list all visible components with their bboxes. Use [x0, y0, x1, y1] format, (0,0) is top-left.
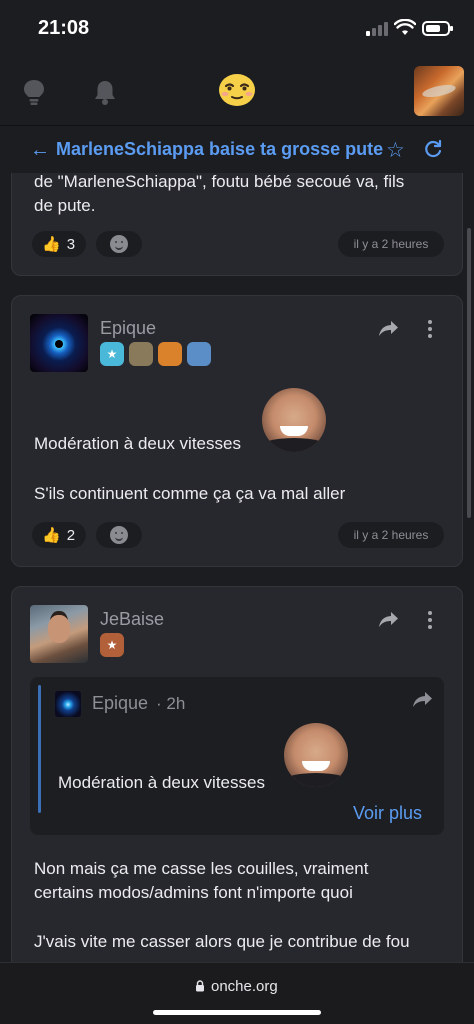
post-card: de "MarleneSchiappa", foutu bébé secoué … — [11, 173, 463, 276]
thumbs-up-icon: 👍 — [42, 527, 61, 544]
post-username[interactable]: Epique — [100, 318, 156, 339]
quote-bar — [38, 685, 41, 813]
bronze-star-badge[interactable]: ★ — [100, 633, 124, 657]
post-card: JeBaise ★ Epique · 2h Modération à deux … — [11, 586, 463, 962]
sticker-image — [262, 388, 326, 452]
like-button[interactable]: 👍 2 — [32, 522, 86, 548]
quote-time: · 2h — [156, 694, 186, 713]
more-options-icon[interactable] — [428, 320, 432, 341]
status-bar: 21:08 — [0, 0, 474, 58]
quoted-post[interactable]: Epique · 2h Modération à deux vitesses V… — [30, 677, 444, 835]
quote-avatar — [55, 691, 81, 717]
post-text-line: certains modos/admins font n'importe quo… — [34, 883, 353, 902]
share-icon[interactable] — [378, 609, 400, 629]
chicken-badge[interactable] — [158, 342, 182, 366]
browser-url-bar[interactable]: onche.org — [0, 962, 474, 1024]
add-reaction-button[interactable] — [96, 231, 142, 257]
voir-plus-link[interactable]: Voir plus — [353, 803, 422, 824]
smiley-icon — [110, 235, 128, 253]
url-text[interactable]: onche.org — [211, 978, 278, 995]
back-arrow-icon[interactable]: ← — [30, 139, 50, 162]
like-count: 3 — [66, 235, 76, 253]
like-button[interactable]: 👍 3 — [32, 231, 86, 257]
badge-list: ★ — [100, 342, 211, 366]
avatar[interactable] — [30, 605, 88, 663]
quote-username[interactable]: Epique — [92, 693, 148, 714]
lock-icon — [196, 980, 204, 992]
post-text-line: Modération à deux vitesses — [34, 434, 241, 453]
post-text-line: de pute. — [34, 196, 96, 215]
share-icon[interactable] — [378, 318, 400, 338]
more-options-icon[interactable] — [428, 611, 432, 632]
lightbulb-icon[interactable] — [21, 78, 47, 106]
post-text-line: Non mais ça me casse les couilles, vraim… — [34, 859, 369, 878]
thumbs-up-icon: 👍 — [42, 236, 61, 253]
badge-list: ★ — [100, 633, 124, 657]
scrollbar[interactable] — [467, 228, 471, 518]
onche-logo[interactable] — [217, 72, 257, 108]
status-time: 21:08 — [38, 17, 90, 39]
post-time: il y a 2 heures — [338, 231, 444, 257]
user-avatar[interactable] — [414, 66, 464, 116]
sticker-image — [284, 723, 348, 787]
avatar-badge[interactable] — [129, 342, 153, 366]
app-header — [0, 58, 474, 126]
post-text-line: J'vais vite me casser alors que je contr… — [34, 932, 410, 951]
post-text-line: de "MarleneSchiappa", foutu bébé secoué … — [34, 173, 405, 191]
post-text: de "MarleneSchiappa", foutu bébé secoué … — [34, 173, 404, 218]
post-text: Non mais ça me casse les couilles, vraim… — [34, 857, 368, 905]
post-card: Epique ★ Modération à deux vitesses S'il… — [11, 295, 463, 567]
cellular-signal-icon — [366, 22, 388, 36]
wifi-icon — [394, 19, 416, 35]
refresh-icon[interactable] — [423, 139, 443, 159]
star-badge[interactable]: ★ — [100, 342, 124, 366]
smiley-icon — [110, 526, 128, 544]
face-badge[interactable] — [187, 342, 211, 366]
home-indicator[interactable] — [153, 1010, 321, 1015]
post-text-line: S'ils continuent comme ça ça va mal alle… — [34, 484, 346, 503]
topic-bar: ← MarleneSchiappa baise ta grosse pute ☆ — [0, 127, 474, 173]
share-icon[interactable] — [412, 689, 434, 709]
posts-feed[interactable]: de "MarleneSchiappa", foutu bébé secoué … — [0, 173, 474, 962]
post-time: il y a 2 heures — [338, 522, 444, 548]
like-count: 2 — [66, 526, 76, 544]
bell-icon[interactable] — [92, 78, 118, 106]
topic-title[interactable]: MarleneSchiappa baise ta grosse pute — [56, 139, 383, 160]
quote-text: Modération à deux vitesses — [58, 773, 265, 792]
avatar[interactable] — [30, 314, 88, 372]
post-username[interactable]: JeBaise — [100, 609, 164, 630]
star-icon[interactable]: ☆ — [386, 138, 405, 163]
battery-icon — [422, 21, 453, 36]
add-reaction-button[interactable] — [96, 522, 142, 548]
